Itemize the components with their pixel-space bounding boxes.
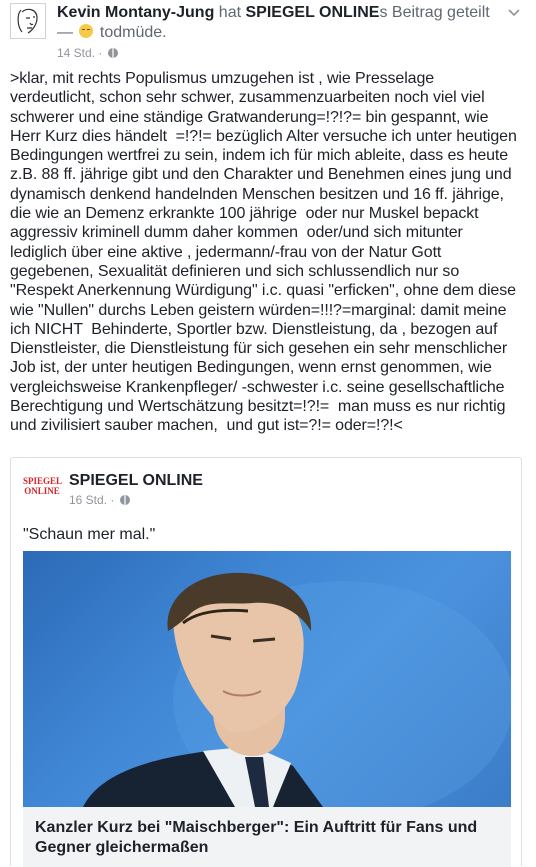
portrait-photo-illustration bbox=[83, 572, 511, 807]
author-avatar[interactable] bbox=[10, 3, 46, 39]
avatar-line-drawing-icon bbox=[17, 8, 38, 34]
logo-line-1: SPIEGEL bbox=[23, 476, 63, 486]
link-preview-image[interactable] bbox=[23, 551, 511, 807]
shared-timestamp[interactable]: 16 Std. · bbox=[69, 493, 114, 507]
feeling-dash: — bbox=[57, 24, 73, 41]
spiegel-online-logo[interactable]: SPIEGEL ONLINE bbox=[23, 476, 63, 498]
shared-timestamp-row: 16 Std. · bbox=[69, 493, 130, 507]
share-suffix: s Beitrag geteilt bbox=[379, 4, 490, 21]
link-preview-caption[interactable]: Kanzler Kurz bei "Maischberger": Ein Auf… bbox=[23, 807, 511, 867]
post-header: Kevin Montany-Jung hat SPIEGEL ONLINEs B… bbox=[57, 3, 497, 23]
globe-icon bbox=[119, 495, 130, 505]
post-body-text: >klar, mit rechts Populismus umzugehen i… bbox=[10, 70, 522, 435]
shared-page-name[interactable]: SPIEGEL ONLINE bbox=[69, 471, 203, 491]
post-menu-chevron-down-icon[interactable] bbox=[508, 6, 520, 18]
shared-post-card[interactable]: SPIEGEL ONLINE SPIEGEL ONLINE 16 Std. · … bbox=[10, 457, 522, 867]
feeling-text: todmüde. bbox=[99, 24, 167, 41]
author-name[interactable]: Kevin Montany-Jung bbox=[57, 4, 214, 21]
post-timestamp-row: 14 Std. · bbox=[57, 46, 118, 60]
sleepy-face-emoji-icon bbox=[79, 24, 94, 38]
shared-page-link[interactable]: SPIEGEL ONLINE bbox=[246, 4, 380, 21]
link-title[interactable]: Kanzler Kurz bei "Maischberger": Ein Auf… bbox=[35, 818, 505, 858]
feeling-status: — todmüde. bbox=[57, 23, 167, 43]
share-verb: hat bbox=[218, 4, 242, 21]
shared-post: Kevin Montany-Jung hat SPIEGEL ONLINEs B… bbox=[0, 0, 536, 867]
logo-line-2: ONLINE bbox=[24, 486, 60, 496]
shared-post-text: "Schaun mer mal." bbox=[23, 526, 156, 543]
post-timestamp[interactable]: 14 Std. · bbox=[57, 46, 102, 60]
globe-icon bbox=[107, 48, 118, 58]
